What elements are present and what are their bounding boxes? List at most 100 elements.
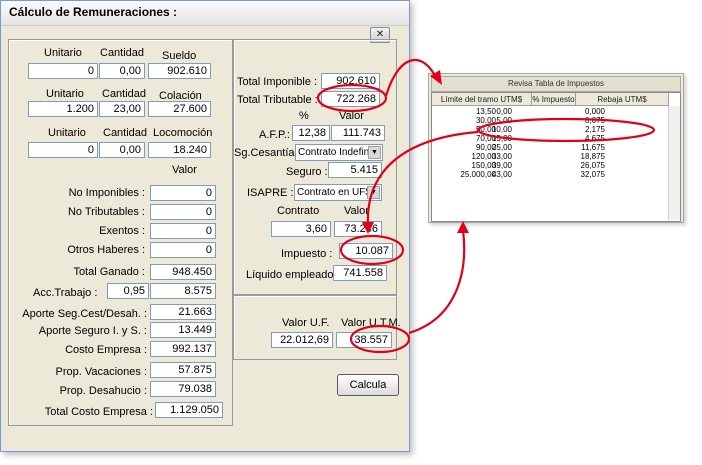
sueldo-field[interactable]: 902.610 — [148, 63, 211, 79]
aporte-seg-label: Aporte Seg.Cest/Desah. : — [22, 308, 147, 320]
liquido-label: Líquido empleado : — [246, 269, 340, 281]
acc-trabajo-label: Acc.Trabajo : — [33, 287, 98, 299]
cantidad-header-2: Cantidad — [102, 88, 147, 100]
calcula-button[interactable]: Calcula — [337, 374, 399, 396]
costo-empresa-field: 992.137 — [150, 341, 216, 357]
title-bar[interactable]: Cálculo de Remuneraciones : — [1, 1, 409, 26]
no-imponibles-field[interactable]: 0 — [150, 185, 216, 201]
sg-cesantia-selected: Contrato Indefinic — [298, 147, 377, 158]
aporte-seg-field: 21.663 — [150, 304, 216, 320]
total-ganado-label: Total Ganado : — [73, 266, 145, 278]
aporte-seguro-label: Aporte Seguro I. y S. : — [38, 325, 147, 337]
pct-header: % — [299, 110, 309, 122]
exentos-label: Exentos : — [99, 225, 145, 237]
aporte-seguro-field: 13.449 — [150, 322, 216, 338]
exentos-field[interactable]: 0 — [150, 223, 216, 239]
impuesto-label: Impuesto : — [281, 248, 333, 260]
unitario-header-1: Unitario — [44, 47, 82, 59]
costo-empresa-label: Costo Empresa : — [65, 344, 147, 356]
afp-rate-field[interactable]: 12,38 — [292, 125, 330, 141]
isapre-select[interactable]: Contrato en UF$ ▼ — [294, 184, 382, 201]
tax-cell: 0,000 — [584, 107, 605, 116]
tax-col-impuesto[interactable]: % Impuesto — [532, 93, 576, 106]
tax-cell: 33,00 — [491, 152, 512, 161]
sg-cesantia-select[interactable]: Contrato Indefinic ▼ — [295, 144, 383, 161]
locomocion-header: Locomoción — [153, 127, 213, 139]
unitario-header-2: Unitario — [46, 88, 84, 100]
valor-utm-field[interactable]: 38.557 — [336, 332, 392, 348]
tax-cell: 32,075 — [580, 170, 605, 179]
tax-cell: 5,00 — [496, 116, 512, 125]
valor-header-left: Valor — [172, 164, 197, 176]
seguro-label: Seguro : — [286, 166, 328, 178]
total-costo-label: Total Costo Empresa : — [44, 406, 153, 418]
remuneraciones-window: Cálculo de Remuneraciones : ✕ Unitario C… — [0, 0, 410, 452]
chevron-down-icon: ▼ — [368, 146, 381, 159]
total-tributable-label: Total Tributable : — [237, 94, 318, 106]
total-imponible-label: Total Imponible : — [237, 76, 318, 88]
tax-cell: 43,00 — [491, 170, 512, 179]
sueldo-cantidad-field[interactable]: 0,00 — [99, 63, 145, 79]
tax-cell: 25,00 — [491, 143, 512, 152]
prop-vacaciones-label: Prop. Vacaciones : — [55, 366, 147, 378]
acc-trabajo-field: 8.575 — [150, 283, 216, 299]
colacion-field[interactable]: 27.600 — [148, 101, 211, 117]
sueldo-unitario-field[interactable]: 0 — [28, 63, 98, 79]
tax-cell: 0,675 — [584, 116, 605, 125]
annotation-arrow-utm — [408, 229, 466, 335]
sueldo-header: Sueldo — [162, 50, 197, 62]
tax-table-title: Revisa Tabla de Impuestos — [431, 76, 681, 92]
chevron-down-icon: ▼ — [367, 186, 380, 199]
isapre-label: ISAPRE : — [247, 187, 294, 199]
locomocion-unitario-field[interactable]: 0 — [28, 142, 98, 158]
tax-cell: 39,00 — [491, 161, 512, 170]
colacion-unitario-field[interactable]: 1.200 — [28, 101, 98, 117]
otros-haberes-label: Otros Haberes : — [67, 244, 145, 256]
tax-cell: 26,075 — [580, 161, 605, 170]
sg-cesantia-label: Sg.Cesantía : — [234, 147, 301, 159]
valor-header-afp: Valor — [339, 110, 364, 122]
tax-cell: 15,00 — [491, 134, 512, 143]
contrato-header: Contrato — [277, 205, 320, 217]
isapre-contrato-field[interactable]: 3,60 — [271, 221, 331, 237]
isapre-selected: Contrato en UF$ — [297, 187, 371, 198]
total-ganado-field: 948.450 — [150, 264, 216, 280]
tax-cell: 10,00 — [491, 125, 512, 134]
no-imponibles-label: No Imponibles : — [68, 187, 145, 199]
tax-col-rebaja[interactable]: Rebaja UTM$ — [576, 93, 669, 106]
valor-uf-field[interactable]: 22.012,69 — [271, 332, 333, 348]
tax-cell: 18,875 — [580, 152, 605, 161]
total-costo-field: 1.129.050 — [155, 402, 223, 418]
liquido-field: 741.558 — [333, 265, 387, 281]
tax-col-limite[interactable]: Límite del tramo UTM$ — [432, 93, 532, 106]
no-tributables-field[interactable]: 0 — [150, 204, 216, 220]
cantidad-header-3: Cantidad — [103, 127, 148, 139]
locomocion-field[interactable]: 18.240 — [148, 142, 211, 158]
locomocion-cantidad-field[interactable]: 0,00 — [99, 142, 145, 158]
valor-uf-label: Valor U.F. — [282, 317, 330, 329]
colacion-cantidad-field[interactable]: 23,00 — [99, 101, 145, 117]
window-title: Cálculo de Remuneraciones : — [9, 5, 178, 19]
tax-cell: 0,00 — [496, 107, 512, 116]
afp-label: A.F.P.: — [259, 129, 290, 141]
seguro-field: 5.415 — [328, 162, 382, 178]
tax-cell: 11,675 — [581, 143, 605, 152]
prop-vacaciones-field: 57.875 — [150, 362, 216, 378]
cantidad-header-1: Cantidad — [100, 47, 145, 59]
tax-table-window: Revisa Tabla de Impuestos Límite del tra… — [428, 73, 684, 223]
impuesto-field: 10.087 — [339, 243, 393, 259]
valor-header-isapre: Valor — [344, 205, 369, 217]
tax-table-list[interactable]: Límite del tramo UTM$ % Impuesto Rebaja … — [431, 92, 681, 222]
unitario-header-3: Unitario — [48, 127, 86, 139]
total-imponible-field: 902.610 — [321, 73, 380, 89]
prop-desahucio-field: 79.038 — [150, 381, 216, 397]
tax-cell: 2,175 — [584, 125, 605, 134]
no-tributables-label: No Tributables : — [67, 206, 145, 218]
isapre-valor-field: 73.246 — [334, 221, 382, 237]
prop-desahucio-label: Prop. Desahucio : — [59, 385, 147, 397]
otros-haberes-field[interactable]: 0 — [150, 242, 216, 258]
valor-utm-label: Valor U.T.M. — [341, 317, 401, 329]
total-tributable-field: 722.268 — [321, 91, 380, 107]
acc-trabajo-rate-field[interactable]: 0,95 — [107, 283, 149, 299]
tax-table-scrollbar[interactable] — [668, 106, 680, 220]
